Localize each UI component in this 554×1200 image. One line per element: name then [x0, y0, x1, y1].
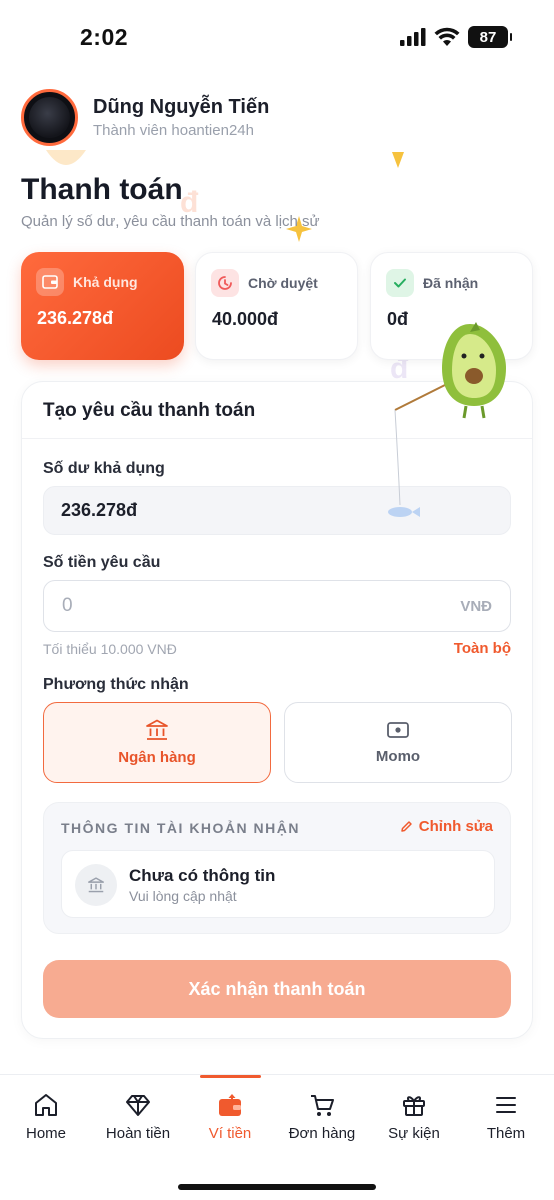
- active-tab-indicator: [200, 1075, 261, 1078]
- balance-card-available[interactable]: Khả dụng 236.278đ: [21, 252, 184, 360]
- status-time: 2:02: [80, 24, 129, 50]
- nav-item-cashback[interactable]: Hoàn tiền: [92, 1091, 184, 1142]
- nav-item-more[interactable]: Thêm: [460, 1091, 552, 1142]
- menu-icon: [496, 1097, 516, 1113]
- bank-icon: [75, 864, 117, 906]
- available-balance-label: Số dư khả dụng: [43, 460, 165, 477]
- avatar[interactable]: [21, 89, 78, 146]
- nav-label: Đơn hàng: [288, 1125, 356, 1142]
- nav-item-home[interactable]: Home: [0, 1091, 92, 1142]
- nav-label: Ví tiền: [208, 1125, 252, 1142]
- nav-label: Thêm: [486, 1125, 526, 1142]
- profile-subtitle: Thành viên hoantien24h: [93, 122, 254, 139]
- method-label-text: Momo: [375, 748, 421, 765]
- nav-item-orders[interactable]: Đơn hàng: [276, 1091, 368, 1142]
- page-subtitle: Quản lý số dư, yêu cầu thanh toán và lịc…: [21, 213, 320, 230]
- confirm-payment-button[interactable]: Xác nhận thanh toán: [43, 960, 511, 1018]
- account-title: Chưa có thông tin: [129, 866, 276, 885]
- available-balance-value: 236.278đ: [61, 500, 138, 520]
- cart-icon: [311, 1095, 334, 1116]
- panel-title: Tạo yêu cầu thanh toán: [43, 400, 256, 421]
- amount-field[interactable]: VNĐ: [43, 580, 511, 632]
- account-subtitle: Vui lòng cập nhật: [129, 888, 237, 904]
- wifi-icon: [434, 27, 460, 46]
- card-value: 236.278đ: [37, 308, 114, 328]
- battery-indicator: 87: [468, 26, 512, 48]
- account-info-section: THÔNG TIN TÀI KHOẢN NHẬN Chỉnh sửa Chưa …: [43, 802, 511, 934]
- amount-label: Số tiền yêu cầu: [43, 554, 161, 571]
- cellular-signal-icon: [400, 28, 426, 46]
- home-indicator: [178, 1184, 376, 1190]
- gift-icon: [403, 1096, 425, 1116]
- bottom-navigation: Home Hoàn tiền Ví tiền Đơn hàng Sự kiện …: [0, 1074, 554, 1200]
- home-icon: [35, 1094, 57, 1116]
- card-label: Đã nhận: [423, 275, 479, 291]
- clock-icon: [211, 269, 239, 297]
- method-label-text: Ngân hàng: [118, 749, 196, 766]
- wallet-icon: [219, 1094, 241, 1116]
- decorative-blob-icon: [46, 150, 86, 165]
- diamond-icon: [126, 1095, 150, 1116]
- card-label: Chờ duyệt: [248, 275, 318, 291]
- method-momo-button[interactable]: Momo: [284, 702, 512, 783]
- profile-name: Dũng Nguyễn Tiến: [93, 96, 270, 118]
- card-label: Khả dụng: [73, 274, 138, 290]
- pencil-icon: [401, 821, 412, 832]
- account-card[interactable]: Chưa có thông tin Vui lòng cập nhật: [61, 850, 495, 918]
- status-icons: 87: [400, 26, 512, 48]
- minimum-hint: Tối thiểu 10.000 VNĐ: [43, 641, 177, 657]
- momo-wallet-icon: [387, 722, 409, 738]
- decorative-star-icon: [392, 152, 404, 168]
- nav-label: Sự kiện: [388, 1125, 440, 1142]
- balance-card-pending[interactable]: Chờ duyệt 40.000đ: [195, 252, 358, 360]
- withdraw-all-link[interactable]: Toàn bộ: [454, 640, 511, 657]
- check-icon: [386, 269, 414, 297]
- avocado-mascot-icon: [388, 322, 506, 517]
- method-bank-button[interactable]: Ngân hàng: [43, 702, 271, 783]
- wallet-icon: [36, 268, 64, 296]
- card-value: 40.000đ: [212, 309, 279, 329]
- nav-item-wallet[interactable]: Ví tiền: [184, 1091, 276, 1142]
- page-title: Thanh toán: [21, 173, 183, 206]
- bank-icon: [146, 719, 168, 740]
- method-label: Phương thức nhận: [43, 676, 189, 693]
- currency-unit: VNĐ: [460, 597, 492, 615]
- nav-label: Hoàn tiền: [105, 1125, 171, 1142]
- nav-label: Home: [25, 1125, 66, 1142]
- amount-input[interactable]: [62, 595, 461, 617]
- edit-label: Chỉnh sửa: [418, 818, 493, 835]
- nav-item-events[interactable]: Sự kiện: [368, 1091, 460, 1142]
- edit-account-button[interactable]: Chỉnh sửa: [400, 818, 493, 835]
- account-section-title: THÔNG TIN TÀI KHOẢN NHẬN: [61, 820, 300, 836]
